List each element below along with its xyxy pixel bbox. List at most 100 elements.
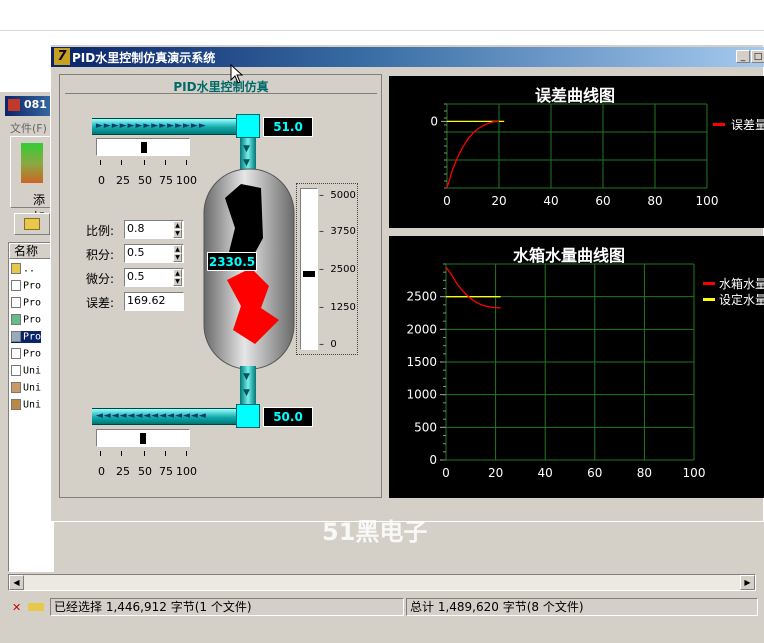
file-icon	[11, 348, 21, 359]
maximize-button[interactable]: □	[751, 50, 764, 63]
list-item[interactable]: Pro	[11, 280, 41, 292]
x-tick-label: 20	[488, 466, 503, 480]
gauge-tick-label: – 1250	[319, 302, 356, 313]
file-icon	[11, 365, 21, 376]
y-tick-label: 500	[414, 420, 437, 434]
exe-icon	[11, 331, 21, 342]
y-tick-label: 0	[430, 114, 438, 128]
scroll-left-arrow-icon[interactable]: ◀	[9, 575, 24, 590]
watermark: 51黑电子	[322, 518, 428, 546]
flow-down-arrow-icon: ▼	[243, 144, 250, 154]
inflow-slider-scale: 0 25 50 75 100	[96, 160, 197, 188]
x-tick-label: 20	[491, 194, 506, 208]
x-tick-label: 100	[696, 194, 719, 208]
minimize-button[interactable]: _	[736, 50, 750, 63]
y-tick-label: 1500	[406, 355, 437, 369]
file-list: 名称 .. Pro Pro Pro Pro Pro Uni Uni Uni	[8, 242, 54, 572]
level-chart: 0 20 40 60 80 10005001000150020002500	[406, 263, 706, 480]
top-toolbar-strip	[0, 0, 764, 31]
x-tick-label: 80	[637, 466, 652, 480]
inflow-valve[interactable]	[236, 114, 260, 138]
list-item[interactable]: Pro	[11, 297, 41, 309]
outflow-slider-scale: 0 25 50 75 100	[96, 451, 197, 479]
menu-file[interactable]: 文件(F)	[10, 120, 47, 136]
file-icon	[11, 297, 21, 308]
project-icon	[11, 314, 21, 325]
scroll-right-arrow-icon[interactable]: ▶	[740, 575, 755, 590]
inflow-slider-thumb[interactable]	[140, 142, 147, 153]
error-value-field: 169.62	[124, 292, 184, 311]
y-tick-label: 2500	[406, 290, 437, 304]
flow-down-arrow-icon: ▼	[243, 388, 250, 398]
add-toolbar-button[interactable]: 添加	[10, 136, 52, 224]
slider-tick-label: 50	[138, 174, 152, 187]
horizontal-scrollbar[interactable]: ◀ ▶	[8, 574, 756, 591]
spin-down-icon[interactable]: ▼	[173, 229, 182, 238]
gauge-tick-label: – 5000	[319, 190, 356, 201]
x-tick-label: 40	[543, 194, 558, 208]
app-title: PID水里控制仿真演示系统	[72, 51, 216, 65]
slider-tick-label: 100	[176, 174, 197, 187]
outflow-slider-thumb[interactable]	[140, 433, 146, 444]
slider-tick-label: 50	[138, 465, 152, 478]
kp-input[interactable]: 0.8 ▲ ▼	[124, 220, 184, 239]
error-label: 误差:	[86, 296, 115, 310]
inflow-slider[interactable]	[96, 138, 190, 156]
gauge-tick-label: – 0	[319, 339, 337, 350]
list-item[interactable]: Pro	[11, 348, 41, 360]
outflow-valve[interactable]	[236, 404, 260, 428]
y-tick-label: 0	[429, 453, 437, 467]
y-tick-label: 2000	[406, 322, 437, 336]
x-tick-label: 40	[538, 466, 553, 480]
delphi-logo-icon: 7	[54, 48, 70, 65]
folder-icon	[11, 263, 21, 274]
kd-label: 微分:	[86, 272, 115, 286]
outflow-slider[interactable]	[96, 429, 190, 447]
level-gauge: – 5000 – 3750 – 2500 – 1250 – 0	[296, 183, 358, 355]
list-header-name[interactable]: 名称	[9, 243, 53, 259]
list-item[interactable]: Uni	[11, 399, 41, 411]
series-line-水箱水量	[445, 266, 501, 309]
x-tick-label: 60	[587, 466, 602, 480]
x-tick-label: 0	[443, 194, 451, 208]
flow-down-arrow-icon: ▼	[243, 372, 250, 382]
list-item[interactable]: Pro	[11, 314, 41, 326]
list-item[interactable]: Uni	[11, 382, 41, 394]
flow-down-arrow-icon: ▼	[243, 158, 250, 168]
slider-tick-label: 0	[98, 174, 105, 187]
slider-tick-label: 25	[116, 465, 130, 478]
error-chart: 0 20 40 60 80 100 0	[430, 103, 719, 208]
inflow-pipe: ►►►►►►►►►►►►►►	[92, 118, 236, 135]
list-item[interactable]: ..	[11, 263, 35, 275]
y-tick-label: 1000	[406, 388, 437, 402]
add-archive-icon	[21, 143, 43, 183]
inflow-value: 51.0	[263, 117, 313, 137]
spin-down-icon[interactable]: ▼	[173, 277, 182, 286]
slider-tick-label: 100	[176, 465, 197, 478]
tank-level-value: 2330.5	[207, 252, 257, 271]
background-title: 081	[24, 98, 47, 111]
slider-tick-label: 25	[116, 174, 130, 187]
panel-divider	[65, 93, 377, 94]
x-tick-label: 0	[442, 466, 450, 480]
outflow-pipe: ◄◄◄◄◄◄◄◄◄◄◄◄◄◄	[92, 408, 236, 425]
unit-icon	[11, 399, 21, 410]
mouse-cursor-icon	[230, 64, 244, 84]
spin-down-icon[interactable]: ▼	[173, 253, 182, 262]
status-total-text: 总计 1,489,620 字节(8 个文件)	[406, 598, 758, 616]
gauge-tick-label: – 2500	[319, 264, 356, 275]
gauge-tick-label: – 3750	[319, 226, 356, 237]
ki-input[interactable]: 0.5 ▲ ▼	[124, 244, 184, 263]
kp-label: 比例:	[86, 224, 115, 238]
outflow-vertical-pipe: ▼ ▼	[240, 366, 256, 406]
status-selected-text: 已经选择 1,446,912 字节(1 个文件)	[50, 598, 404, 616]
kd-input[interactable]: 0.5 ▲ ▼	[124, 268, 184, 287]
level-gauge-thumb[interactable]	[303, 271, 315, 278]
outflow-value: 50.0	[263, 407, 313, 427]
up-folder-button[interactable]	[14, 213, 50, 235]
x-tick-label: 100	[683, 466, 706, 480]
list-item[interactable]: Uni	[11, 365, 41, 377]
status-icons: ✕	[10, 600, 46, 614]
list-item-selected[interactable]: Pro	[11, 331, 42, 343]
status-key-icon	[28, 603, 44, 611]
